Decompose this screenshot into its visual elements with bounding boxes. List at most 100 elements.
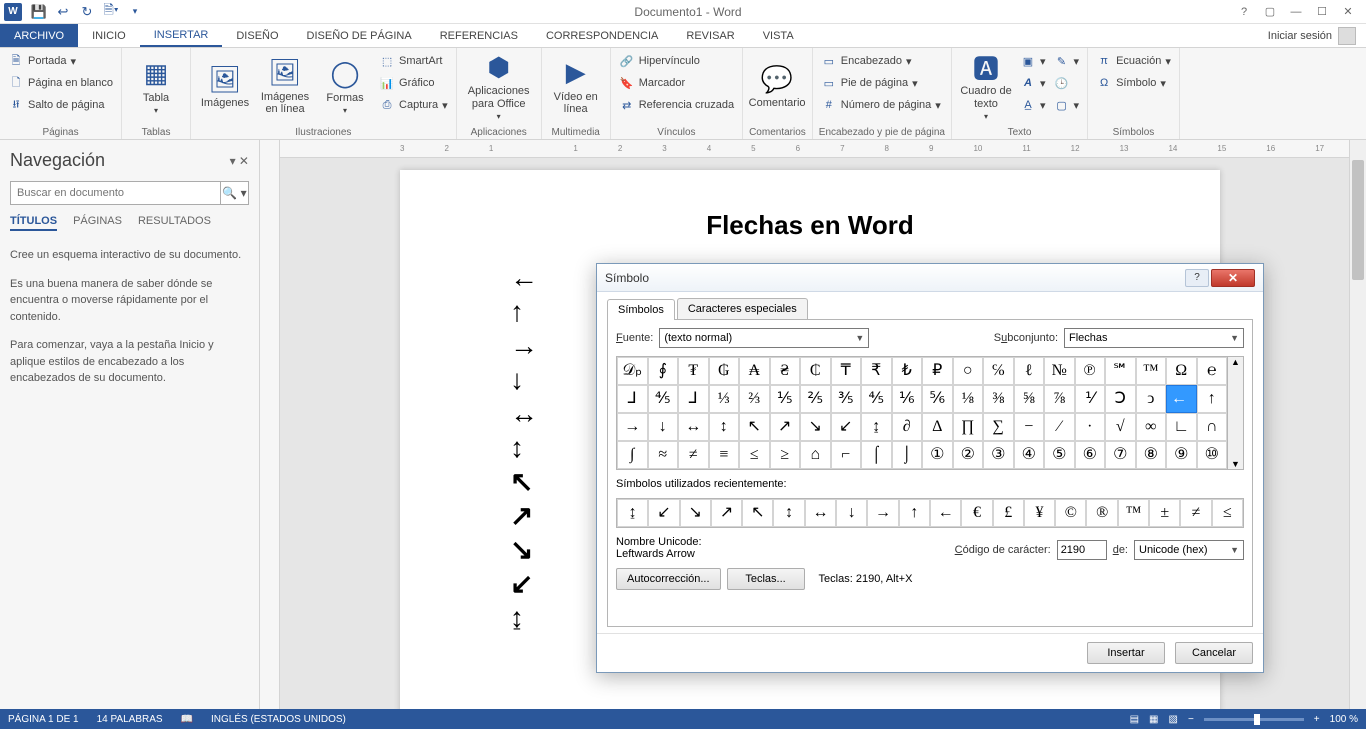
symbol-cell[interactable]: ∏ [953,413,984,441]
symbol-cell[interactable]: ⅕ [770,385,801,413]
symbol-cell[interactable]: ⅔ [739,385,770,413]
symbol-cell[interactable]: ⅖ [800,385,831,413]
signature-button[interactable]: ✎▾ [1052,51,1082,71]
cancelar-button[interactable]: Cancelar [1175,642,1253,664]
symbol-cell[interactable]: ≈ [648,441,679,469]
recent-symbol-cell[interactable]: → [867,499,898,527]
symbol-cell[interactable]: ② [953,441,984,469]
symbol-cell[interactable]: ℅ [983,357,1014,385]
symbol-cell[interactable]: ⅟ [1075,385,1106,413]
symbol-cell[interactable]: ← [1166,385,1197,413]
ribbon-tab-insertar[interactable]: INSERTAR [140,24,223,47]
symbol-cell[interactable]: ∫ [617,441,648,469]
symbol-cell[interactable]: ⅗ [831,385,862,413]
symbol-cell[interactable]: ∟ [1166,413,1197,441]
symbol-cell[interactable]: ○ [953,357,984,385]
redo-icon[interactable]: ↻ [76,1,98,23]
symbol-cell[interactable]: ℗ [1075,357,1106,385]
symbol-cell[interactable]: ⌂ [800,441,831,469]
insertar-button[interactable]: Insertar [1087,642,1165,664]
fuente-select[interactable]: (texto normal)▼ [659,328,869,348]
ribbon-tab-correspondencia[interactable]: CORRESPONDENCIA [532,24,672,47]
ribbon-options-icon[interactable]: ▢ [1260,2,1280,22]
symbol-cell[interactable]: ∂ [892,413,923,441]
recent-symbol-cell[interactable]: ≠ [1180,499,1211,527]
de-select[interactable]: Unicode (hex)▼ [1134,540,1244,560]
recent-symbol-cell[interactable]: ™ [1118,499,1149,527]
tab-caracteres-especiales[interactable]: Caracteres especiales [677,298,808,319]
recent-symbol-cell[interactable]: ® [1086,499,1117,527]
smartart-button[interactable]: ⬚SmartArt [377,51,450,71]
comentario-button[interactable]: 💬Comentario [749,51,805,121]
symbol-cell[interactable]: ④ [1014,441,1045,469]
symbol-cell[interactable]: ℮ [1197,357,1228,385]
recent-symbol-cell[interactable]: ↔ [805,499,836,527]
symbol-cell[interactable]: ⌐ [831,441,862,469]
scroll-thumb[interactable] [1352,160,1364,280]
symbol-cell[interactable]: → [617,413,648,441]
symbol-cell[interactable]: ∕ [1044,413,1075,441]
referencia-cruzada-button[interactable]: ⇄Referencia cruzada [617,95,736,115]
symbol-cell[interactable]: ₳ [739,357,770,385]
symbol-cell[interactable]: ₴ [770,357,801,385]
status-page[interactable]: PÁGINA 1 DE 1 [8,714,79,725]
zoom-slider[interactable] [1204,718,1304,721]
recent-symbol-cell[interactable]: £ [993,499,1024,527]
recent-symbol-cell[interactable]: © [1055,499,1086,527]
recent-symbol-cell[interactable]: ≤ [1212,499,1243,527]
symbol-cell[interactable]: ↄ [1136,385,1167,413]
recent-symbol-cell[interactable]: ↑ [899,499,930,527]
symbol-cell[interactable]: Ↄ [1105,385,1136,413]
symbol-cell[interactable]: ↓ [648,413,679,441]
ribbon-tab-referencias[interactable]: REFERENCIAS [426,24,532,47]
video-button[interactable]: ▶Vídeo en línea [548,51,604,121]
ribbon-tab-revisar[interactable]: REVISAR [672,24,748,47]
recent-symbol-cell[interactable]: ↖ [742,499,773,527]
dialog-close-icon[interactable]: ✕ [1211,269,1255,287]
close-icon[interactable]: ✕ [1338,2,1358,22]
symbol-cell[interactable]: ≡ [709,441,740,469]
recent-symbol-cell[interactable]: ↙ [648,499,679,527]
symbol-cell[interactable]: ③ [983,441,1014,469]
ribbon-tab-inicio[interactable]: INICIO [78,24,140,47]
symbol-cell[interactable]: ≤ [739,441,770,469]
recent-symbol-cell[interactable]: ↕ [773,499,804,527]
symbol-cell[interactable]: ⅃ [678,385,709,413]
recent-symbol-cell[interactable]: ↗ [711,499,742,527]
symbol-cell[interactable]: ∮ [648,357,679,385]
ruler-horizontal[interactable]: 321123456789101112131415161718 [280,140,1366,158]
status-proofing-icon[interactable]: 📖 [181,714,193,725]
search-icon[interactable]: 🔍 ▾ [220,182,248,204]
ribbon-tab-vista[interactable]: VISTA [749,24,808,47]
grid-scrollbar[interactable]: ▲▼ [1228,356,1244,470]
formas-button[interactable]: ◯Formas▾ [317,51,373,121]
symbol-cell[interactable]: ⑤ [1044,441,1075,469]
symbol-cell[interactable]: 𝒟ₚ [617,357,648,385]
symbol-cell[interactable]: ™ [1136,357,1167,385]
object-button[interactable]: ▢▾ [1052,95,1082,115]
imagenes-en-linea-button[interactable]: 🖼Imágenes en línea [257,51,313,121]
symbol-cell[interactable]: ₸ [831,357,862,385]
symbol-cell[interactable]: ⑨ [1166,441,1197,469]
ribbon-tab-diseño[interactable]: DISEÑO [222,24,292,47]
nav-tab-resultados[interactable]: RESULTADOS [138,215,211,231]
zoom-in-icon[interactable]: + [1314,714,1320,725]
subconjunto-select[interactable]: Flechas▼ [1064,328,1244,348]
aplicaciones-button[interactable]: ⬢Aplicaciones para Office▾ [463,51,535,121]
nav-tab-titulos[interactable]: TÍTULOS [10,215,57,231]
symbol-cell[interactable]: ₮ [678,357,709,385]
symbol-cell[interactable]: ℠ [1105,357,1136,385]
symbol-cell[interactable]: ∞ [1136,413,1167,441]
symbol-cell[interactable]: ↙ [831,413,862,441]
captura-button[interactable]: ⎙Captura ▾ [377,95,450,115]
maximize-icon[interactable]: ☐ [1312,2,1332,22]
symbol-cell[interactable]: ↑ [1197,385,1228,413]
symbol-cell[interactable]: ⅞ [1044,385,1075,413]
symbol-cell[interactable]: ⅓ [709,385,740,413]
symbol-cell[interactable]: ⑦ [1105,441,1136,469]
symbol-cell[interactable]: ∩ [1197,413,1228,441]
dialog-help-icon[interactable]: ? [1185,269,1209,287]
save-icon[interactable]: 💾 [28,1,50,23]
view-print-icon[interactable]: ▦ [1149,714,1158,725]
numero-pagina-button[interactable]: #Número de página ▾ [819,95,943,115]
